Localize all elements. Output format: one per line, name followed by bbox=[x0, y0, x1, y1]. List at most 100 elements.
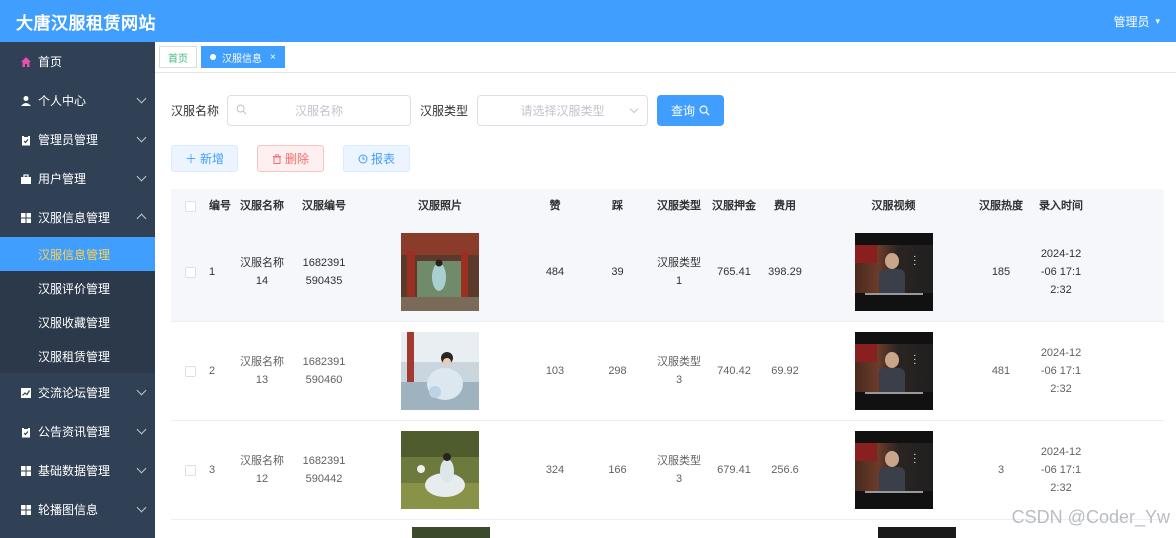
cell-hot: 185 bbox=[991, 266, 1011, 278]
cell-fee: 398.29 bbox=[768, 266, 802, 278]
sidebar-item-home[interactable]: 首页 bbox=[0, 42, 155, 81]
column-header[interactable]: 汉服热度 bbox=[977, 197, 1025, 215]
submenu-item-hanfu-favorite[interactable]: 汉服收藏管理 bbox=[0, 305, 155, 339]
column-header[interactable]: 汉服类型 bbox=[650, 197, 708, 215]
query-button[interactable]: 查询 bbox=[657, 95, 725, 126]
more-vertical-icon[interactable]: · · · bbox=[913, 450, 916, 468]
chevron-down-icon bbox=[136, 132, 147, 143]
chevron-down-icon bbox=[136, 463, 147, 474]
cell-no: 3 bbox=[209, 464, 216, 476]
video-progress-bar[interactable] bbox=[864, 491, 923, 493]
hanfu-photo[interactable] bbox=[401, 332, 479, 410]
top-header: 大唐汉服租赁网站 管理员 ▾ bbox=[0, 0, 1176, 42]
column-header[interactable]: 汉服照片 bbox=[355, 197, 525, 215]
cell-type: 汉服类型 3 bbox=[657, 455, 701, 485]
sidebar-item-forum[interactable]: 交流论坛管理 bbox=[0, 373, 155, 412]
submenu-item-hanfu-rental[interactable]: 汉服租赁管理 bbox=[0, 339, 155, 373]
hanfu-video[interactable]: · · · bbox=[854, 233, 933, 311]
chevron-down-icon: ▾ bbox=[1155, 15, 1160, 26]
sidebar-item-label: 公告资讯管理 bbox=[38, 425, 111, 439]
cell-video: · · · bbox=[810, 233, 977, 311]
type-label: 汉服类型 bbox=[420, 104, 469, 118]
sidebar-item-carousel[interactable]: 轮播图信息 bbox=[0, 490, 155, 529]
hanfu-type-select[interactable]: 请选择汉服类型 bbox=[477, 95, 649, 126]
cell-time: 2024-12 -06 17:1 2:32 bbox=[1040, 248, 1082, 296]
table-header: 编号 汉服名称 汉服编号 汉服照片 赞 踩 汉服类型 汉服押金 费用 汉服视频 … bbox=[171, 189, 1164, 223]
search-icon bbox=[236, 104, 247, 115]
video-frame-person bbox=[884, 253, 899, 269]
column-header[interactable]: 赞 bbox=[525, 197, 585, 215]
cell-photo bbox=[355, 233, 525, 311]
add-button[interactable]: ＋ 新增 bbox=[171, 145, 238, 172]
hanfu-photo[interactable] bbox=[401, 431, 479, 509]
chevron-down-icon bbox=[136, 171, 147, 182]
tab-hanfu-info[interactable]: 汉服信息 × bbox=[201, 46, 285, 68]
video-frame-detail bbox=[854, 443, 877, 461]
sidebar-item-admin[interactable]: 管理员管理 bbox=[0, 120, 155, 159]
chart-icon bbox=[20, 387, 32, 399]
site-title: 大唐汉服租赁网站 bbox=[16, 13, 156, 33]
add-label: 新增 bbox=[200, 152, 225, 166]
sidebar-item-profile[interactable]: 个人中心 bbox=[0, 81, 155, 120]
table-row[interactable]: 3 汉服名称 12 1682391 590442 324 166 汉服类型 3 … bbox=[171, 421, 1164, 520]
close-icon[interactable]: × bbox=[270, 52, 276, 63]
delete-button[interactable]: 删除 bbox=[257, 145, 324, 172]
cell-type: 汉服类型 1 bbox=[657, 257, 701, 287]
hanfu-name-input[interactable]: 汉服名称 bbox=[227, 95, 412, 126]
hanfu-video[interactable]: · · · bbox=[854, 332, 933, 410]
type-placeholder: 请选择汉服类型 bbox=[520, 104, 605, 118]
hanfu-video[interactable]: · · · bbox=[854, 431, 933, 509]
sidebar-item-users[interactable]: 用户管理 bbox=[0, 159, 155, 198]
column-header[interactable]: 汉服视频 bbox=[810, 197, 977, 215]
table-row[interactable]: 2 汉服名称 13 1682391 590460 103 298 汉服类型 3 … bbox=[171, 322, 1164, 421]
video-progress-bar[interactable] bbox=[864, 392, 923, 394]
hanfu-photo[interactable] bbox=[401, 233, 479, 311]
column-header[interactable]: 汉服名称 bbox=[231, 197, 293, 215]
row-check-cell bbox=[171, 266, 209, 278]
submenu-item-hanfu-review[interactable]: 汉服评价管理 bbox=[0, 271, 155, 305]
search-form: 汉服名称 汉服名称 汉服类型 请选择汉服类型 查询 bbox=[171, 95, 725, 126]
cell-photo bbox=[355, 332, 525, 410]
cell-code: 1682391 590460 bbox=[302, 356, 346, 386]
column-header[interactable]: 录入时间 bbox=[1025, 197, 1097, 215]
clipboard-icon bbox=[20, 134, 32, 146]
row-checkbox[interactable] bbox=[184, 266, 196, 278]
hanfu-photo-partial bbox=[412, 527, 490, 538]
column-header[interactable]: 编号 bbox=[209, 197, 231, 215]
video-frame-person-body bbox=[878, 368, 905, 392]
cell-photo bbox=[355, 431, 525, 509]
column-header[interactable]: 踩 bbox=[585, 197, 650, 215]
row-checkbox[interactable] bbox=[184, 464, 196, 476]
sidebar-item-basedata[interactable]: 基础数据管理 bbox=[0, 451, 155, 490]
more-vertical-icon[interactable]: · · · bbox=[913, 351, 916, 369]
cell-name: 汉服名称 12 bbox=[240, 455, 284, 485]
tab-home[interactable]: 首页 bbox=[159, 46, 197, 68]
name-label: 汉服名称 bbox=[171, 104, 220, 118]
select-all-checkbox[interactable] bbox=[184, 200, 196, 212]
grid-icon bbox=[20, 504, 32, 516]
more-vertical-icon[interactable]: · · · bbox=[913, 252, 916, 270]
submenu-item-hanfu-info[interactable]: 汉服信息管理 bbox=[0, 237, 155, 271]
chevron-down-icon bbox=[136, 385, 147, 396]
sidebar-item-label: 管理员管理 bbox=[38, 133, 99, 147]
video-progress-bar[interactable] bbox=[864, 293, 923, 295]
sidebar-item-label: 交流论坛管理 bbox=[38, 386, 111, 400]
cell-deposit: 679.41 bbox=[717, 464, 751, 476]
column-header[interactable]: 汉服编号 bbox=[293, 197, 355, 215]
sidebar-item-label: 用户管理 bbox=[38, 172, 87, 186]
cell-no: 2 bbox=[209, 365, 216, 377]
row-checkbox[interactable] bbox=[184, 365, 196, 377]
table-row[interactable]: 1 汉服名称 14 1682391 590435 484 39 汉服类型 1 7… bbox=[171, 223, 1164, 322]
sidebar-item-label: 汉服信息管理 bbox=[38, 211, 111, 225]
cell-code: 1682391 590435 bbox=[302, 257, 346, 287]
column-header[interactable]: 费用 bbox=[760, 197, 810, 215]
user-menu[interactable]: 管理员 ▾ bbox=[1113, 13, 1160, 30]
cell-zan: 484 bbox=[545, 266, 565, 278]
cell-cai: 298 bbox=[608, 365, 627, 377]
sidebar-item-hanfu-info[interactable]: 汉服信息管理 bbox=[0, 198, 155, 237]
column-header[interactable]: 汉服押金 bbox=[708, 197, 760, 215]
sidebar-item-notice[interactable]: 公告资讯管理 bbox=[0, 412, 155, 451]
report-button[interactable]: 报表 bbox=[343, 145, 410, 172]
cell-deposit: 765.41 bbox=[717, 266, 751, 278]
cell-deposit: 740.42 bbox=[717, 365, 751, 377]
